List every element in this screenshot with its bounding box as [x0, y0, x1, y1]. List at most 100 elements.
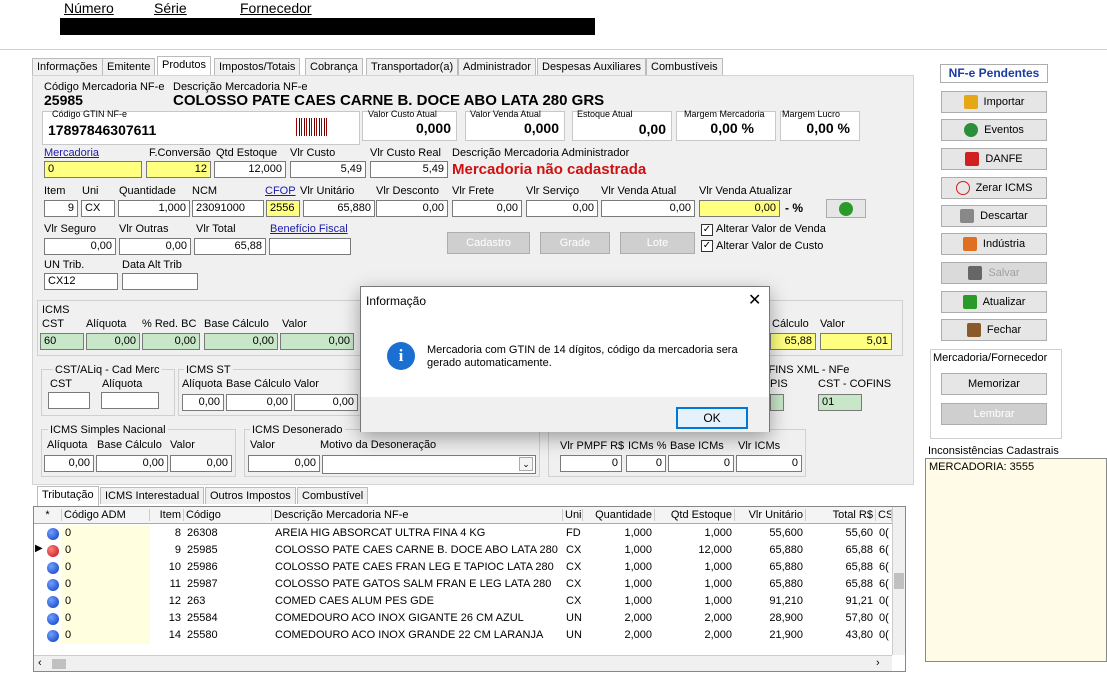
grid-header-cell[interactable]: Código ADM: [62, 509, 150, 521]
tab-emitente[interactable]: Emitente: [102, 58, 156, 75]
memorizar-button[interactable]: Memorizar: [941, 373, 1047, 395]
tab-combustiveis[interactable]: Combustíveis: [646, 58, 723, 75]
subtab-icms-inter[interactable]: ICMS Interestadual: [100, 487, 205, 504]
vunit-field[interactable]: 65,880: [303, 200, 375, 217]
nfe-pendentes-button[interactable]: NF-e Pendentes: [940, 64, 1048, 83]
icmsst-aliq-field[interactable]: 0,00: [182, 394, 224, 411]
mercadoria-link[interactable]: Mercadoria: [44, 147, 99, 159]
close-icon[interactable]: ✕: [748, 290, 761, 310]
importar-button[interactable]: Importar: [941, 91, 1047, 113]
benef-link[interactable]: Benefício Fiscal: [270, 223, 348, 235]
vvatu-field[interactable]: 0,00: [699, 200, 780, 217]
grid-header-cell[interactable]: Quantidade: [583, 509, 655, 521]
mercadoria-field[interactable]: 0: [44, 161, 142, 178]
tab-despesas[interactable]: Despesas Auxiliares: [537, 58, 647, 75]
grid-header-cell[interactable]: CS: [876, 509, 892, 521]
tab-cobranca[interactable]: Cobrança: [305, 58, 363, 75]
icms-base-field[interactable]: 0,00: [204, 333, 278, 350]
play-button[interactable]: [826, 199, 866, 218]
grid-header-cell[interactable]: Uni: [563, 509, 583, 521]
descartar-button[interactable]: Descartar: [941, 205, 1047, 227]
vserv-field[interactable]: 0,00: [526, 200, 598, 217]
lote-button[interactable]: Lote: [620, 232, 695, 254]
fconv-field[interactable]: 12: [146, 161, 211, 178]
cfop-link[interactable]: CFOP: [265, 185, 296, 197]
deson-valor-field[interactable]: 0,00: [248, 455, 320, 472]
vvenda-field[interactable]: 0,00: [601, 200, 695, 217]
icms-red-field[interactable]: 0,00: [142, 333, 200, 350]
ok-button[interactable]: OK: [676, 407, 748, 429]
scroll-left-icon[interactable]: ‹: [38, 657, 42, 669]
pmpf-vicms-field[interactable]: 0: [736, 455, 802, 472]
pmpf-base-field[interactable]: 0: [668, 455, 734, 472]
grade-button[interactable]: Grade: [540, 232, 610, 254]
hscroll-thumb[interactable]: [52, 659, 66, 669]
salvar-button[interactable]: Salvar: [941, 262, 1047, 284]
eventos-button[interactable]: Eventos: [941, 119, 1047, 141]
icms-r-valor-field[interactable]: 5,01: [820, 333, 892, 350]
industria-button[interactable]: Indústria: [941, 233, 1047, 255]
icms-cst-field[interactable]: 60: [40, 333, 84, 350]
dialog-title: Informação: [366, 294, 427, 308]
incons-textarea[interactable]: MERCADORIA: 3555: [925, 458, 1107, 662]
item-field[interactable]: 9: [44, 200, 78, 217]
cfop-field[interactable]: 2556: [266, 200, 300, 217]
atualizar-button[interactable]: Atualizar: [941, 291, 1047, 313]
grid-header-cell[interactable]: Item: [150, 509, 184, 521]
vcusto-field[interactable]: 5,49: [290, 161, 366, 178]
uni-field[interactable]: CX: [81, 200, 115, 217]
ncm-field[interactable]: 23091000: [192, 200, 264, 217]
alterar-venda-checkbox[interactable]: ✓: [701, 224, 713, 236]
benef-field[interactable]: [269, 238, 351, 255]
icmsst-base-field[interactable]: 0,00: [226, 394, 292, 411]
simples-aliq-field[interactable]: 0,00: [44, 455, 94, 472]
vout-field[interactable]: 0,00: [119, 238, 191, 255]
subtab-outros[interactable]: Outros Impostos: [205, 487, 296, 504]
qtdest-field[interactable]: 12,000: [214, 161, 286, 178]
icmsst-valor-field[interactable]: 0,00: [294, 394, 358, 411]
vscroll-thumb[interactable]: [894, 573, 904, 589]
cadastro-button[interactable]: Cadastro: [447, 232, 530, 254]
pmpf-icms-field[interactable]: 0: [626, 455, 666, 472]
cstaliq-aliq-field[interactable]: [101, 392, 159, 409]
simples-valor-field[interactable]: 0,00: [170, 455, 232, 472]
tab-produtos[interactable]: Produtos: [157, 56, 212, 76]
subtab-combustivel[interactable]: Combustível: [297, 487, 369, 504]
danfe-button[interactable]: DANFE: [941, 148, 1047, 170]
vcustoreal-field[interactable]: 5,49: [370, 161, 448, 178]
cofins-pis-field[interactable]: [770, 394, 784, 411]
grid-header-cell[interactable]: Qtd Estoque: [655, 509, 735, 521]
vseg-field[interactable]: 0,00: [44, 238, 116, 255]
grid-vscrollbar[interactable]: [892, 507, 905, 655]
subtab-tributacao[interactable]: Tributação: [37, 486, 99, 506]
tab-administrador[interactable]: Administrador: [458, 58, 536, 75]
zerar-icms-button[interactable]: Zerar ICMS: [941, 177, 1047, 199]
simples-base-field[interactable]: 0,00: [96, 455, 168, 472]
vtot-field[interactable]: 65,88: [194, 238, 266, 255]
untrib-field[interactable]: CX12: [44, 273, 118, 290]
lembrar-button[interactable]: Lembrar: [941, 403, 1047, 425]
grid-header-cell[interactable]: Vlr Unitário: [735, 509, 806, 521]
grid-hscrollbar[interactable]: ‹ ›: [34, 655, 892, 671]
cstaliq-cst-field[interactable]: [48, 392, 90, 409]
icms-aliq-field[interactable]: 0,00: [86, 333, 140, 350]
qtd-field[interactable]: 1,000: [118, 200, 190, 217]
motivo-select[interactable]: ⌄: [322, 455, 536, 474]
icms-valor-field[interactable]: 0,00: [280, 333, 354, 350]
icms-r-base-field[interactable]: 65,88: [770, 333, 816, 350]
grid-header-cell[interactable]: Descrição Mercadoria NF-e: [272, 509, 563, 521]
vdesc-field[interactable]: 0,00: [376, 200, 448, 217]
cofins-cst-field[interactable]: 01: [818, 394, 862, 411]
grid-header-cell[interactable]: *: [34, 509, 62, 521]
vfrete-field[interactable]: 0,00: [452, 200, 522, 217]
scroll-right-icon[interactable]: ›: [876, 657, 880, 669]
pmpf-field[interactable]: 0: [560, 455, 622, 472]
grid-header-cell[interactable]: Código: [184, 509, 272, 521]
tab-informacoes[interactable]: Informações: [32, 58, 103, 75]
datatrib-field[interactable]: [122, 273, 198, 290]
grid-header-cell[interactable]: Total R$: [806, 509, 876, 521]
alterar-custo-checkbox[interactable]: ✓: [701, 240, 713, 252]
tab-impostos[interactable]: Impostos/Totais: [214, 58, 301, 75]
tab-transportador[interactable]: Transportador(a): [366, 58, 459, 75]
fechar-button[interactable]: Fechar: [941, 319, 1047, 341]
